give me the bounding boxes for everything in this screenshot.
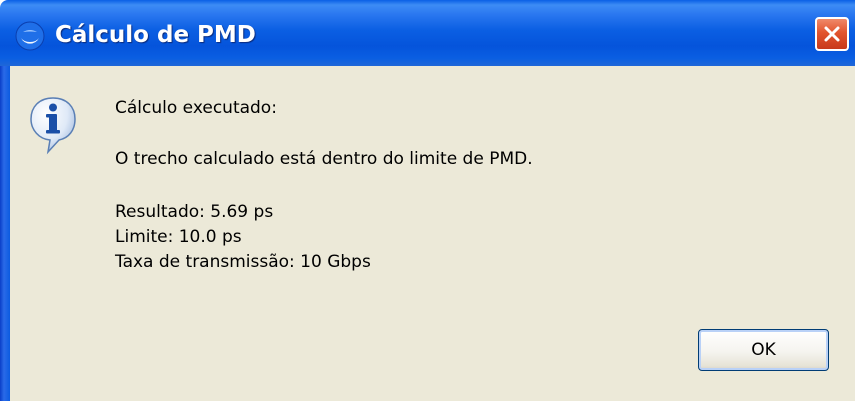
- close-x-icon: [824, 26, 840, 42]
- message-status: O trecho calculado está dentro do limite…: [115, 149, 533, 169]
- message-heading: Cálculo executado:: [115, 98, 277, 118]
- java-cup-icon: [14, 20, 46, 52]
- information-icon: [28, 95, 78, 155]
- ok-button[interactable]: OK: [698, 329, 829, 371]
- window-title: Cálculo de PMD: [55, 22, 256, 48]
- title-bar[interactable]: Cálculo de PMD: [0, 0, 855, 66]
- rate-line: Taxa de transmissão: 10 Gbps: [115, 252, 371, 272]
- dialog-window: Cálculo de PMD Cálculo executado: O trec…: [0, 0, 855, 401]
- window-frame-left: [0, 66, 10, 401]
- limit-line: Limite: 10.0 ps: [115, 227, 242, 247]
- result-line: Resultado: 5.69 ps: [115, 202, 274, 222]
- close-button[interactable]: [815, 17, 849, 51]
